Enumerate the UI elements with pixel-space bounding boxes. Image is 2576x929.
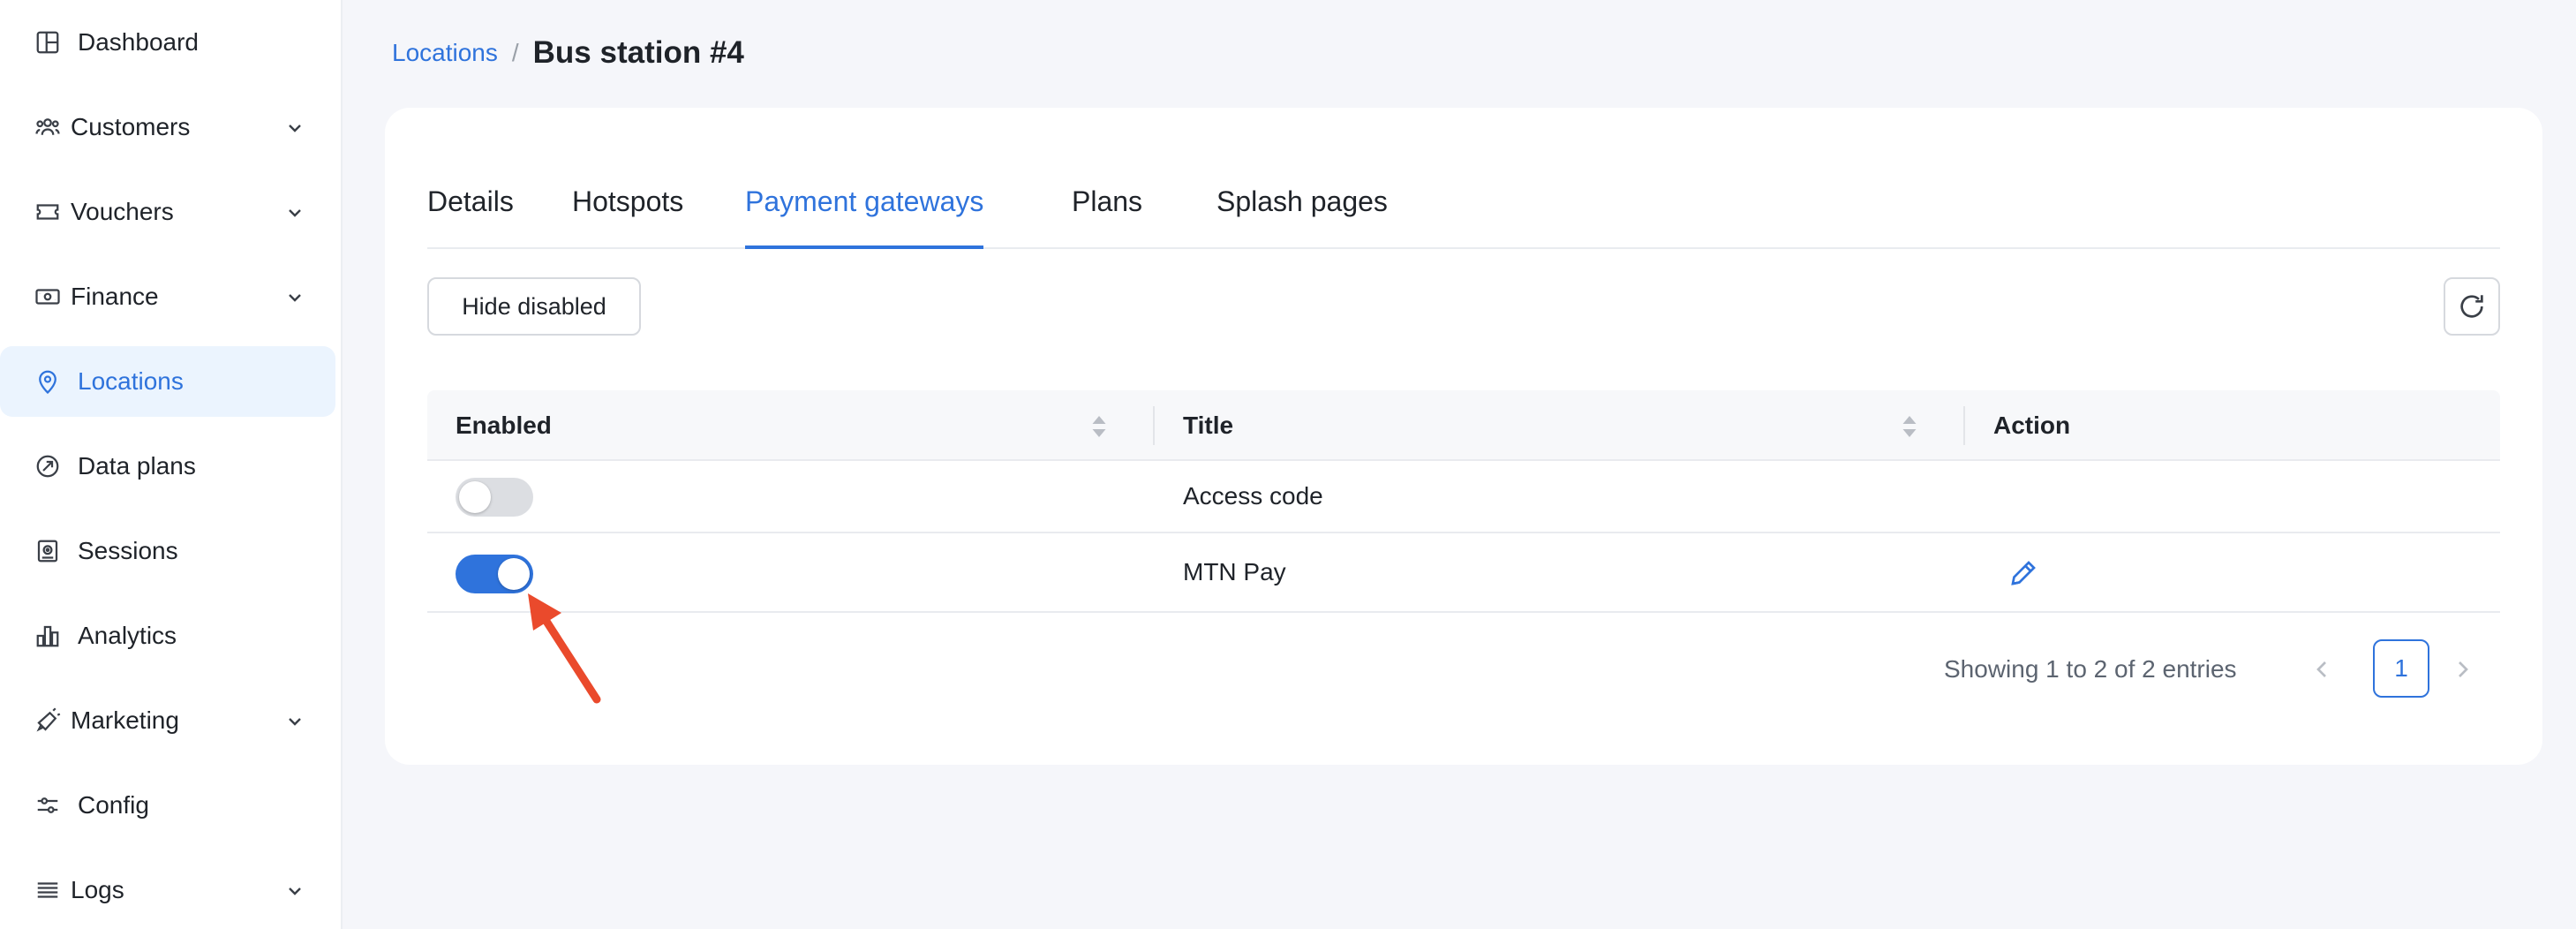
sessions-icon [34, 537, 62, 565]
gateway-title: Access code [1183, 482, 1323, 510]
tab-plans[interactable]: Plans [1072, 170, 1142, 249]
sidebar-item-logs[interactable]: Logs [0, 855, 335, 925]
column-header-action: Action [1993, 412, 2071, 439]
sidebar-item-label: Marketing [71, 706, 179, 734]
toggle-knob [498, 558, 530, 590]
sidebar-item-vouchers[interactable]: Vouchers [0, 177, 335, 247]
column-header-enabled[interactable]: Enabled [456, 390, 552, 461]
chevron-down-icon [284, 710, 305, 731]
sidebar-item-label: Config [78, 791, 149, 819]
sidebar-item-label: Locations [78, 367, 184, 395]
customers-icon [34, 113, 62, 141]
breadcrumb: Locations / Bus station #4 [392, 32, 744, 74]
chevron-down-icon [284, 286, 305, 307]
column-divider [1153, 406, 1155, 445]
pagination-page-1[interactable]: 1 [2373, 639, 2429, 698]
toggle-knob [459, 481, 491, 513]
sliders-icon [34, 791, 62, 819]
chevron-down-icon [284, 201, 305, 223]
megaphone-icon [34, 706, 62, 735]
location-pin-icon [34, 367, 62, 396]
sidebar-item-config[interactable]: Config [0, 770, 335, 841]
breadcrumb-separator: / [511, 39, 519, 66]
annotation-arrow-icon [528, 593, 601, 704]
chevron-down-icon [284, 880, 305, 901]
chevron-down-icon [284, 117, 305, 138]
column-header-title[interactable]: Title [1183, 390, 1233, 461]
list-icon [34, 876, 62, 904]
pagination-info: Showing 1 to 2 of 2 entries [1944, 655, 2237, 683]
sidebar-item-customers[interactable]: Customers [0, 92, 335, 162]
sidebar-item-sessions[interactable]: Sessions [0, 516, 335, 586]
enabled-toggle[interactable] [456, 478, 533, 517]
chevron-right-icon[interactable] [2449, 655, 2477, 684]
sidebar-item-label: Dashboard [78, 28, 199, 56]
sort-icon[interactable] [1091, 413, 1107, 440]
finance-icon [34, 283, 62, 311]
content-card: Details Hotspots Payment gateways Plans … [385, 108, 2542, 765]
breadcrumb-locations-link[interactable]: Locations [392, 39, 498, 67]
sidebar-item-label: Vouchers [71, 198, 174, 225]
refresh-icon [2457, 291, 2487, 321]
sidebar-item-dashboard[interactable]: Dashboard [0, 7, 335, 78]
tab-details[interactable]: Details [427, 170, 514, 249]
sidebar-item-label: Data plans [78, 452, 196, 480]
sidebar-item-label: Customers [71, 113, 191, 140]
tab-bar: Details Hotspots Payment gateways Plans … [427, 170, 2500, 249]
table-header: Enabled Title Action [427, 390, 2500, 461]
chevron-left-icon[interactable] [2308, 655, 2336, 684]
data-plans-icon [34, 452, 62, 480]
tab-hotspots[interactable]: Hotspots [572, 170, 683, 249]
analytics-icon [34, 622, 62, 650]
sidebar-item-label: Analytics [78, 622, 177, 649]
tab-splash-pages[interactable]: Splash pages [1216, 170, 1388, 249]
gateway-title: MTN Pay [1183, 558, 1286, 585]
sidebar-item-data-plans[interactable]: Data plans [0, 431, 335, 502]
sidebar-item-label: Finance [71, 283, 159, 310]
column-divider [1963, 406, 1965, 445]
sidebar-item-finance[interactable]: Finance [0, 261, 335, 332]
dashboard-icon [34, 28, 62, 57]
tab-payment-gateways[interactable]: Payment gateways [745, 170, 984, 249]
sort-icon[interactable] [1902, 413, 1917, 440]
sidebar: Dashboard Customers Vouchers Finance Loc… [0, 0, 343, 929]
pencil-icon[interactable] [2007, 557, 2039, 589]
sidebar-item-marketing[interactable]: Marketing [0, 685, 335, 756]
page-title: Bus station #4 [532, 35, 744, 70]
sidebar-item-label: Sessions [78, 537, 178, 564]
voucher-icon [34, 198, 62, 226]
table-row: MTN Pay [427, 533, 2500, 613]
hide-disabled-button[interactable]: Hide disabled [427, 277, 641, 336]
sidebar-item-label: Logs [71, 876, 124, 903]
sidebar-item-locations[interactable]: Locations [0, 346, 335, 417]
sidebar-item-analytics[interactable]: Analytics [0, 600, 335, 671]
table-row: Access code [427, 461, 2500, 533]
refresh-button[interactable] [2444, 277, 2500, 336]
